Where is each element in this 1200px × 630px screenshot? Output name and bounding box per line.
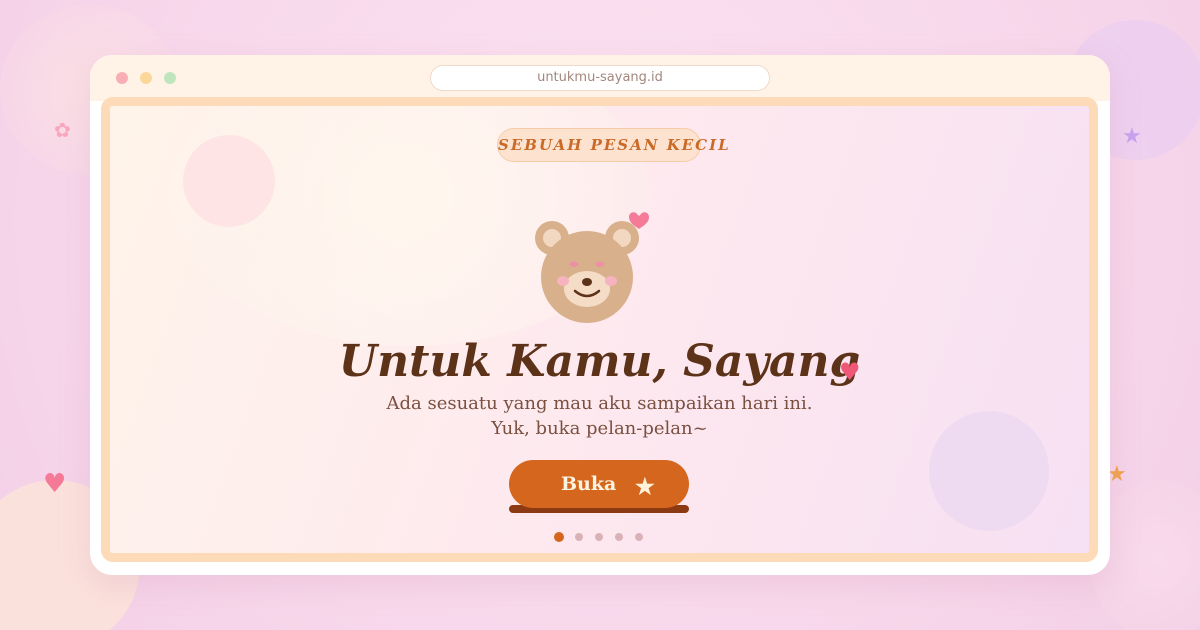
page-title: Untuk Kamu, Sayang [338, 336, 861, 387]
heart-icon: ♥ [43, 469, 67, 499]
open-button[interactable]: Buka ★ [509, 460, 689, 508]
message-tag: SEBUAH PESAN KECIL [497, 128, 729, 162]
address-bar[interactable]: untukmu-sayang.id [430, 65, 770, 91]
pagination-dot-1[interactable] [554, 532, 564, 542]
maximize-window-button[interactable] [164, 72, 176, 84]
close-window-button[interactable] [116, 72, 128, 84]
pagination-dot-3[interactable] [595, 533, 603, 541]
subtitle-line: Yuk, buka pelan-pelan~ [491, 418, 708, 439]
star-icon: ★ [1122, 124, 1142, 149]
open-button-label: Buka [561, 473, 617, 495]
sparkle-icon: ✿ [54, 118, 71, 142]
browser-window: untukmu-sayang.id SEBUAH PESAN KECIL Unt… [90, 55, 1110, 575]
teddy-bear-icon [535, 212, 649, 323]
subtitle-line: Ada sesuatu yang mau aku sampaikan hari … [386, 393, 813, 414]
pagination [554, 531, 654, 543]
heart-icon: ♥ [839, 358, 861, 386]
decorative-circle [183, 135, 275, 227]
message-card: SEBUAH PESAN KECIL Untuk Kamu, Sayang ♥ … [101, 97, 1098, 562]
pagination-dot-5[interactable] [635, 533, 643, 541]
browser-titlebar: untukmu-sayang.id [90, 55, 1110, 101]
pagination-dot-2[interactable] [575, 533, 583, 541]
minimize-window-button[interactable] [140, 72, 152, 84]
open-button-wrapper: Buka ★ [509, 460, 689, 514]
star-icon: ★ [635, 474, 655, 500]
pagination-dot-4[interactable] [615, 533, 623, 541]
